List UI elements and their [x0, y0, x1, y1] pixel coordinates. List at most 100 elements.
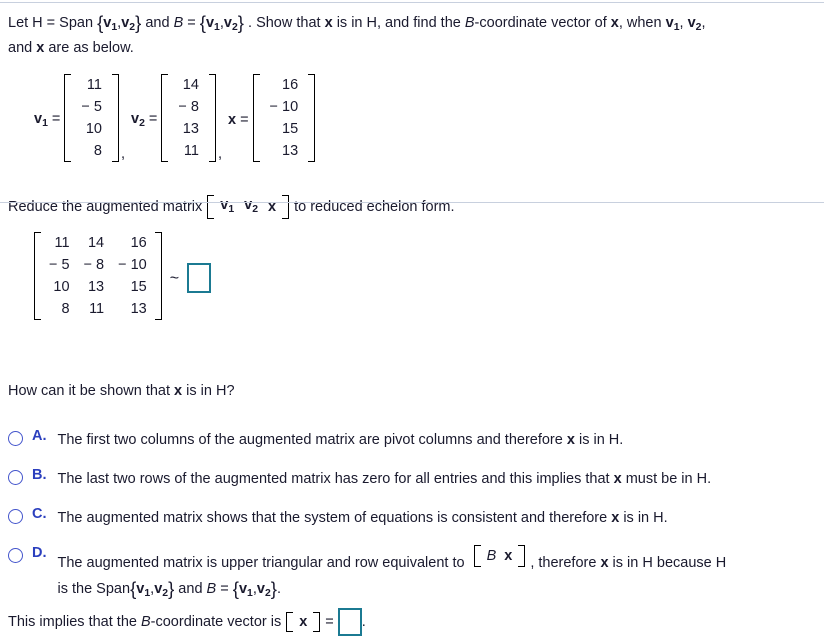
vector-x-group: x = 16 − 10 15 13 — [227, 74, 316, 166]
final-line-prefix: This implies that the — [8, 614, 137, 630]
matrix-row: 10 13 15 — [42, 276, 154, 298]
row-equivalent-symbol: ~ — [169, 270, 180, 287]
x-variable-2: x — [610, 14, 619, 31]
option-b-var: x — [613, 471, 622, 487]
radio-button-a[interactable] — [8, 431, 23, 446]
problem-statement-is-in-h: is in H, and find the — [336, 14, 461, 31]
option-b-after: must be in H. — [625, 471, 712, 487]
option-d-set1: {v1,v2} — [130, 578, 175, 599]
question-prompt: How can it be shown that x is in H? — [8, 383, 235, 399]
vector-x-label: x = — [227, 112, 249, 128]
vector-cell: 8 — [93, 143, 102, 159]
vector-cell: 14 — [182, 77, 199, 93]
matrix-cell: 11 — [89, 301, 105, 317]
problem-statement-coord-vector: -coordinate vector of — [474, 14, 607, 31]
augmented-bracket-notation: v1 v2 x — [207, 195, 290, 219]
vector-cell: − 8 — [178, 99, 199, 115]
final-b-letter: B — [140, 614, 151, 630]
option-row-b[interactable]: B. The last two rows of the augmented ma… — [8, 467, 820, 492]
problem-statement-when: , when — [618, 14, 662, 31]
vector-v2-group: v2 = 14 − 8 13 11 , — [131, 74, 228, 166]
radio-button-b[interactable] — [8, 470, 23, 485]
bracket-right — [312, 612, 321, 632]
b-letter: B — [173, 14, 184, 31]
vector-cell: − 10 — [269, 99, 299, 115]
bracket-item-x: x — [504, 547, 513, 564]
option-text-b: The last two rows of the augmented matri… — [58, 467, 712, 492]
bracket-item-x: x — [268, 199, 277, 215]
matrix-cell: − 8 — [83, 257, 105, 273]
matrix-cell: 15 — [130, 279, 147, 295]
reduce-instruction-prefix: Reduce the augmented matrix — [8, 199, 203, 215]
vector-cell: 11 — [86, 77, 102, 93]
matrix-cell: 13 — [130, 301, 147, 317]
vector-cell: 11 — [183, 143, 199, 159]
span-set-v1v2-first: {v1,v2} — [97, 12, 142, 33]
matrix-row: 11 14 16 — [42, 232, 154, 254]
option-row-a[interactable]: A. The first two columns of the augmente… — [8, 428, 820, 453]
bracket-item-x: x — [299, 614, 308, 630]
coordinate-vector-answer-input[interactable] — [337, 608, 362, 636]
vector-v1-group: v1 = 11 − 5 10 8 , — [34, 74, 131, 166]
augmented-matrix: 11 14 16 − 5 − 8 − 10 10 13 15 8 11 13 — [34, 232, 162, 324]
vector-v2-matrix: 14 − 8 13 11 — [161, 74, 216, 166]
v2-inline-label: v2 — [687, 14, 702, 33]
bracket-left — [161, 74, 169, 162]
bracket-left — [64, 74, 72, 162]
matrix-cell: 10 — [53, 279, 70, 295]
top-divider — [0, 2, 824, 3]
reduce-instruction-line: Reduce the augmented matrix v1 v2 x to r… — [8, 195, 455, 219]
final-line-suffix: -coordinate vector is — [150, 614, 282, 630]
matrix-cell: 13 — [87, 279, 105, 295]
final-answer-line: This implies that the B -coordinate vecto… — [8, 608, 366, 636]
option-letter-c: C. — [32, 506, 47, 522]
option-row-c[interactable]: C. The augmented matrix shows that the s… — [8, 506, 820, 531]
vector-cell: − 5 — [81, 99, 102, 115]
radio-button-d[interactable] — [8, 548, 23, 563]
x-variable-3: x — [36, 40, 45, 56]
option-c-before: The augmented matrix shows that the syst… — [57, 510, 608, 526]
bracket-left — [207, 195, 215, 219]
problem-statement-show-that: . Show that — [248, 14, 321, 31]
vector-cell: 13 — [182, 121, 199, 137]
option-row-d[interactable]: D. The augmented matrix is upper triangu… — [8, 545, 820, 606]
vector-v2-label: v2 = — [130, 111, 158, 129]
matrix-cell: 11 — [54, 235, 70, 251]
vector-separator-comma: , — [120, 146, 125, 162]
option-b-before: The last two rows of the augmented matri… — [57, 471, 610, 487]
option-d-line2-prefix: is the Span — [57, 580, 131, 597]
v1-inline-label: v1 — [665, 14, 680, 33]
vectors-display: v1 = 11 − 5 10 8 , v2 = 14 − 8 13 11 , x… — [34, 74, 316, 166]
x-variable-1: x — [324, 14, 333, 31]
option-a-before: The first two columns of the augmented m… — [57, 432, 563, 448]
section-divider — [0, 202, 824, 203]
reduce-instruction-suffix: to reduced echelon form. — [294, 199, 455, 215]
radio-button-c[interactable] — [8, 509, 23, 524]
matrix-answer-input[interactable] — [187, 263, 212, 293]
bracket-right — [517, 545, 526, 567]
vector-cell: 13 — [282, 143, 299, 159]
option-text-c: The augmented matrix shows that the syst… — [58, 506, 668, 531]
matrix-cell: 8 — [61, 301, 70, 317]
option-d-line2-suffix: . — [276, 580, 281, 597]
option-text-a: The first two columns of the augmented m… — [58, 428, 624, 453]
vector-cell: 15 — [282, 121, 299, 137]
bracket-item-b: B — [486, 547, 497, 564]
option-d-before: The augmented matrix is upper triangular… — [57, 555, 465, 571]
bracket-right — [111, 74, 119, 162]
augmented-matrix-display: 11 14 16 − 5 − 8 − 10 10 13 15 8 11 13 ~ — [34, 232, 212, 324]
option-d-bracket-notation: B x — [473, 545, 526, 567]
final-equals-sign: = — [325, 614, 334, 630]
option-c-after: is in H. — [623, 510, 668, 526]
option-letter-b: B. — [32, 467, 47, 483]
vector-x-matrix: 16 − 10 15 13 — [252, 74, 316, 166]
option-text-d: The augmented matrix is upper triangular… — [57, 545, 726, 606]
option-letter-d: D. — [32, 545, 47, 561]
problem-statement-line-1: Let H = Span {v1,v2} and B = {v1,v2} . S… — [8, 12, 706, 33]
vector-cell: 16 — [282, 77, 299, 93]
bracket-right — [154, 232, 162, 320]
final-period: . — [361, 614, 366, 630]
option-d-line2: is the Span{v1,v2} and B = {v1,v2}. — [57, 578, 281, 599]
matrix-row: − 5 − 8 − 10 — [42, 254, 154, 276]
bracket-right — [307, 74, 316, 162]
